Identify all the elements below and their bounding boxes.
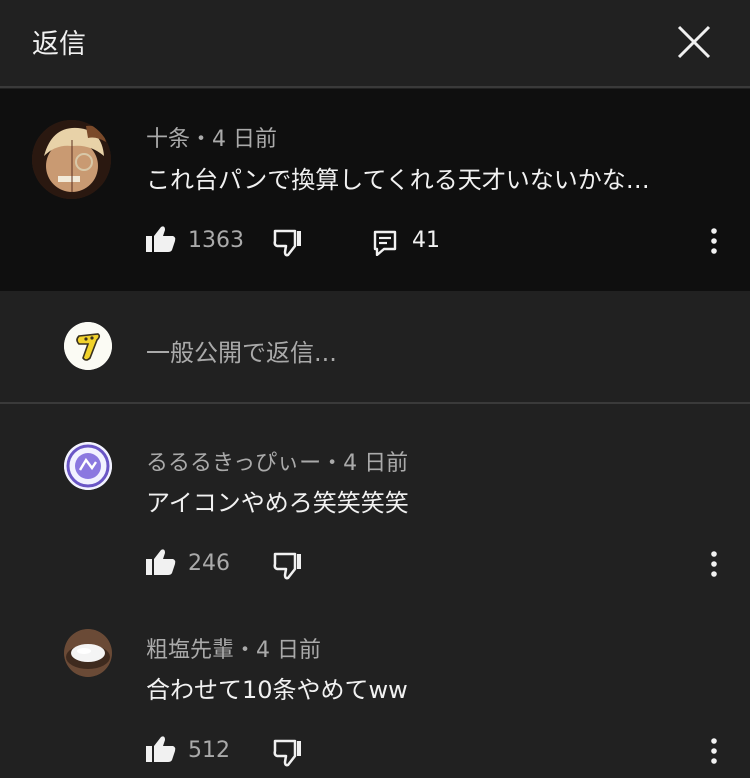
reply-count: 41 bbox=[412, 228, 440, 253]
reply-input[interactable]: 一般公開で返信... bbox=[146, 333, 666, 368]
more-options-button[interactable] bbox=[704, 550, 724, 580]
comment-time: 4 日前 bbox=[212, 127, 278, 152]
panel-header: 返信 bbox=[0, 0, 750, 88]
thumb-down-icon bbox=[273, 552, 301, 580]
avatar-image bbox=[32, 120, 111, 199]
thumb-up-icon bbox=[146, 736, 176, 762]
comment-author[interactable]: 十条 bbox=[146, 127, 190, 152]
like-button[interactable] bbox=[146, 548, 176, 580]
avatar[interactable] bbox=[32, 120, 111, 199]
comment-author[interactable]: 粗塩先輩 bbox=[146, 638, 234, 663]
dislike-button[interactable] bbox=[273, 739, 303, 771]
more-vertical-icon bbox=[711, 228, 717, 254]
thumb-down-icon bbox=[273, 229, 301, 257]
reply-button[interactable] bbox=[373, 230, 397, 260]
comment-text: これ台パンで換算してくれる天才いないかな… bbox=[146, 166, 650, 194]
comment-meta: るるるきっぴぃー・4 日前 bbox=[146, 445, 408, 477]
like-count: 246 bbox=[188, 551, 230, 576]
like-count: 1363 bbox=[188, 228, 244, 253]
comment-meta: 粗塩先輩・4 日前 bbox=[146, 632, 321, 664]
thumb-down-icon bbox=[273, 739, 301, 767]
more-options-button[interactable] bbox=[704, 737, 724, 767]
dislike-button[interactable] bbox=[273, 229, 303, 261]
more-options-button[interactable] bbox=[704, 227, 724, 257]
more-vertical-icon bbox=[711, 738, 717, 764]
my-avatar-image bbox=[64, 322, 112, 370]
avatar[interactable] bbox=[64, 629, 112, 677]
like-button[interactable] bbox=[146, 225, 176, 257]
close-button[interactable] bbox=[672, 20, 716, 64]
comment-author[interactable]: るるるきっぴぃー bbox=[146, 451, 321, 476]
thumb-up-icon bbox=[146, 549, 176, 575]
avatar-image bbox=[64, 629, 112, 677]
comment-text: アイコンやめろ笑笑笑笑 bbox=[146, 489, 409, 517]
comment-meta: 十条・4 日前 bbox=[146, 121, 277, 153]
thumb-up-icon bbox=[146, 226, 176, 252]
comment-icon bbox=[373, 230, 397, 257]
comment-time: 4 日前 bbox=[343, 451, 409, 476]
meta-separator: ・ bbox=[321, 451, 344, 476]
close-icon bbox=[677, 25, 711, 59]
dislike-button[interactable] bbox=[273, 552, 303, 584]
avatar-image bbox=[64, 442, 112, 490]
comment-time: 4 日前 bbox=[256, 638, 322, 663]
like-button[interactable] bbox=[146, 735, 176, 767]
avatar[interactable] bbox=[64, 442, 112, 490]
like-count: 512 bbox=[188, 738, 230, 763]
comment-text: 合わせて10条やめてww bbox=[146, 676, 408, 704]
my-avatar bbox=[64, 322, 112, 370]
meta-separator: ・ bbox=[190, 127, 213, 152]
more-vertical-icon bbox=[711, 551, 717, 577]
parent-comment: 十条・4 日前 これ台パンで換算してくれる天才いないかな… 1363 41 bbox=[0, 89, 750, 291]
meta-separator: ・ bbox=[234, 638, 257, 663]
panel-title: 返信 bbox=[32, 29, 86, 60]
